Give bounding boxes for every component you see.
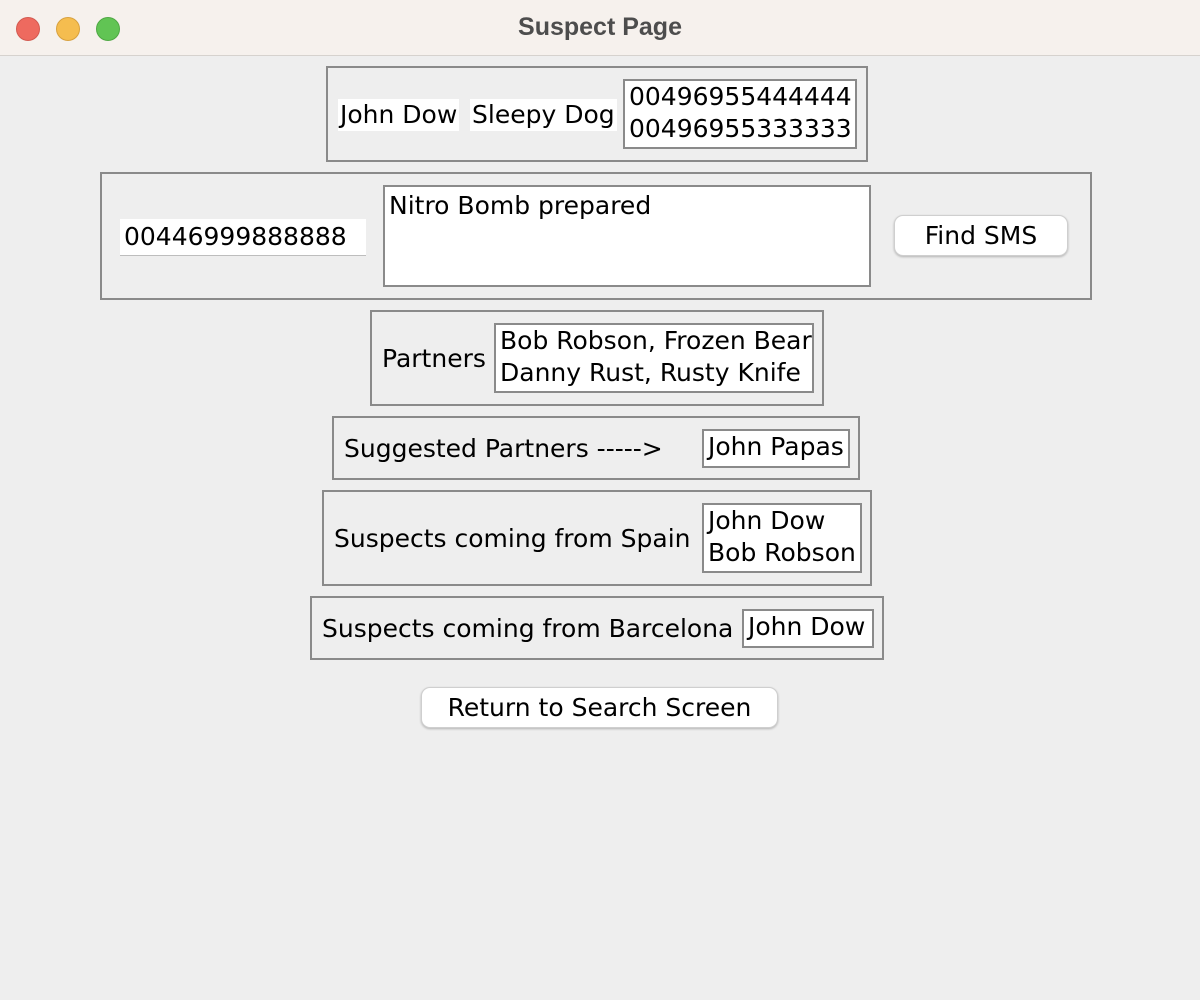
partners-panel: Partners Bob Robson, Frozen Bear Danny R… xyxy=(370,310,824,406)
suggested-partners-list: John Papas xyxy=(702,429,850,468)
spain-suspect-item: John Dow xyxy=(708,506,826,535)
suggested-partners-panel: Suggested Partners -----> John Papas xyxy=(332,416,860,480)
partners-list: Bob Robson, Frozen Bear Danny Rust, Rust… xyxy=(494,323,814,393)
barcelona-suspect-item: John Dow xyxy=(748,612,866,641)
sms-panel: 00446999888888 Nitro Bomb prepared Find … xyxy=(100,172,1092,300)
suspect-nickname: Sleepy Dog xyxy=(470,99,617,131)
suspect-phone-item: 00496955444444 xyxy=(629,82,852,111)
sms-phone-input[interactable]: 00446999888888 xyxy=(120,219,366,256)
return-to-search-button[interactable]: Return to Search Screen xyxy=(421,687,778,728)
suggested-partners-label: Suggested Partners -----> xyxy=(344,434,663,463)
spain-suspects-panel: Suspects coming from Spain John Dow Bob … xyxy=(322,490,872,586)
sms-message-area[interactable]: Nitro Bomb prepared xyxy=(383,185,871,287)
spain-suspect-item: Bob Robson xyxy=(708,538,856,567)
barcelona-suspects-label: Suspects coming from Barcelona xyxy=(322,614,734,643)
partners-label: Partners xyxy=(382,344,486,373)
partner-item: Bob Robson, Frozen Bear xyxy=(500,326,812,355)
barcelona-suspects-panel: Suspects coming from Barcelona John Dow xyxy=(310,596,884,660)
suspect-page-window: Suspect Page John Dow Sleepy Dog 0049695… xyxy=(0,0,1200,1000)
suggested-partner-item: John Papas xyxy=(708,432,844,461)
find-sms-button[interactable]: Find SMS xyxy=(894,215,1068,256)
suspect-info-panel: John Dow Sleepy Dog 00496955444444 00496… xyxy=(326,66,868,162)
suspect-name: John Dow xyxy=(338,99,460,131)
window-title: Suspect Page xyxy=(518,13,682,41)
barcelona-suspects-list: John Dow xyxy=(742,609,874,648)
title-bar: Suspect Page xyxy=(0,0,1200,56)
partner-item: Danny Rust, Rusty Knife xyxy=(500,358,801,387)
spain-suspects-list: John Dow Bob Robson xyxy=(702,503,862,573)
suspect-phone-list: 00496955444444 00496955333333 xyxy=(623,79,857,149)
suspect-phone-item: 00496955333333 xyxy=(629,114,852,143)
spain-suspects-label: Suspects coming from Spain xyxy=(334,524,691,553)
